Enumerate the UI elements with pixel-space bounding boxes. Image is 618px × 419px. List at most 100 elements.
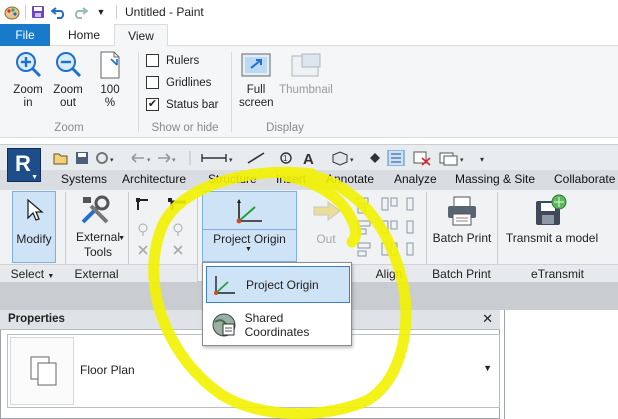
revit-application-button[interactable]: R ▼ [7,148,41,182]
status-bar-checkbox[interactable]: ✔ Status bar [146,98,218,111]
tab-insert[interactable]: Insert [276,172,306,186]
type-dropdown-arrow-icon[interactable]: ▼ [483,363,492,373]
floor-plan-icon [30,356,57,386]
rulers-checkbox[interactable]: Rulers [146,54,199,67]
customize-quick-access-icon[interactable]: ▼ [92,3,110,21]
thumbnail-label: Thumbnail [279,84,333,96]
select-dropdown-icon: ▼ [47,273,55,280]
gridlines-label: Gridlines [166,76,212,89]
full-screen-button[interactable]: Full screen [236,52,276,110]
tab-home[interactable]: Home [54,24,114,46]
zoom-out-label: Zoom out [53,84,83,109]
thumbnail-icon [291,53,321,77]
modify-label: Modify [16,232,52,246]
out-arrow-icon [313,201,341,221]
dropdown-item-label: Project Origin [246,277,319,292]
redo-icon[interactable]: ▾ [158,153,176,164]
bulb-icon[interactable] [138,223,148,236]
out-label[interactable]: Out [303,232,349,247]
hundred-percent-button[interactable]: 100 % [90,50,130,110]
thin-lines-icon[interactable] [387,150,405,166]
tab-systems[interactable]: Systems [61,172,107,186]
tab-collaborate[interactable]: Collaborate [554,172,615,186]
paint-app-icon[interactable] [3,3,21,21]
dropdown-item-shared-coordinates[interactable]: Shared Coordinates [206,306,350,343]
align-bottom-icon[interactable] [357,242,371,257]
tag-icon[interactable]: 1 [280,152,292,164]
remove-x-icon[interactable] [138,245,148,255]
gridlines-checkbox[interactable]: Gridlines [146,76,211,89]
dropdown-item-project-origin[interactable]: Project Origin [206,266,350,303]
measure-tools-icons [136,198,186,255]
bulb-icon-2[interactable] [173,223,183,236]
open-icon[interactable] [53,153,68,165]
align-top-icon[interactable] [357,197,369,214]
select-panel-label[interactable]: Select ▼ [0,264,65,282]
project-origin-dropdown: Project Origin Shared Coordinates [202,262,352,346]
tab-annotate[interactable]: Annotate [326,172,374,186]
text-icon[interactable]: A [303,151,314,166]
wall-join-icon[interactable] [136,198,148,210]
dropdown-item-label: Shared Coordinates [244,310,310,339]
revit-tab-bar: Systems Architecture Structure Insert An… [0,170,618,190]
save-icon[interactable] [29,3,47,21]
corner-icon[interactable] [168,198,186,210]
modify-button[interactable] [12,191,56,263]
remove-x-icon-2[interactable] [173,245,183,255]
project-origin-arrow-icon[interactable]: ▼ [245,246,252,253]
align-left-icon[interactable] [357,220,371,235]
svg-text:▾: ▾ [460,157,464,164]
zoom-out-button[interactable]: Zoom out [48,50,88,110]
sync-icon[interactable]: ▾ [96,152,114,164]
tab-massing-site[interactable]: Massing & Site [455,172,535,186]
3d-view-icon[interactable]: ▾ [332,151,354,166]
drawing-area[interactable] [504,310,618,419]
save-icon[interactable] [76,152,88,164]
align-center-icon[interactable] [381,220,398,234]
undo-icon[interactable] [50,3,68,21]
revit-qat-icons: ▾ ▾ ▾ ▾ 1 A ▾ ▾ ▾ [53,150,484,166]
display-group-label: Display [266,122,304,134]
split-line [203,229,296,230]
close-icon[interactable]: ✕ [482,311,493,327]
select-panel-text: Select [10,267,45,281]
group-separator [138,52,139,132]
project-origin-label: Project Origin [213,232,286,246]
rulers-checkbox-box[interactable] [146,54,159,67]
project-origin-button[interactable]: Project Origin ▼ [202,191,297,262]
tab-analyze[interactable]: Analyze [394,172,437,186]
tab-file[interactable]: File [0,24,50,46]
revit-logo-letter: R [15,151,31,176]
thumbnail-button[interactable]: Thumbnail [278,52,334,97]
undo-icon[interactable]: ▾ [131,153,151,164]
aligned-dimension-icon[interactable] [247,152,265,164]
tab-structure[interactable]: Structure [208,172,257,186]
revit-quick-access-toolbar: R ▼ ▾ ▾ ▾ ▾ 1 A ▾ ▾ ▾ [0,144,618,182]
align-tools-icons [357,197,414,257]
transmit-model-button[interactable]: Transmit a model [500,191,604,263]
rulers-label: Rulers [166,54,200,67]
gridlines-checkbox-box[interactable] [146,76,159,89]
tab-view[interactable]: View [114,24,168,47]
svg-text:1: 1 [283,154,288,163]
batch-print-button[interactable]: Batch Print [430,191,494,263]
customize-qat-icon[interactable]: ▾ [480,155,484,164]
tab-architecture[interactable]: Architecture [122,172,186,186]
measure-icon[interactable]: ▾ [201,154,233,164]
distribute-icon[interactable] [381,242,398,256]
status-bar-checkbox-box[interactable]: ✔ [146,98,159,111]
paint-title-bar: ▼ Untitled - Paint [0,0,618,24]
paint-ribbon: Zoom in Zoom out 100 % Zoom Rulers Gridl… [0,46,618,138]
zoom-in-button[interactable]: Zoom in [8,50,48,110]
close-hidden-windows-icon[interactable] [413,151,431,166]
project-origin-icon [236,199,262,224]
align-middle-icon[interactable] [381,197,398,211]
section-icon[interactable] [370,153,380,163]
redo-icon[interactable] [71,3,89,21]
align-panel-label: Align [352,264,426,282]
switch-windows-icon[interactable]: ▾ [439,152,464,166]
window-title: Untitled - Paint [125,5,204,19]
align-right-icon[interactable] [406,197,414,256]
show-or-hide-group-label: Show or hide [151,122,219,134]
external-tools-button[interactable]: External Tools ▼ [70,191,126,263]
